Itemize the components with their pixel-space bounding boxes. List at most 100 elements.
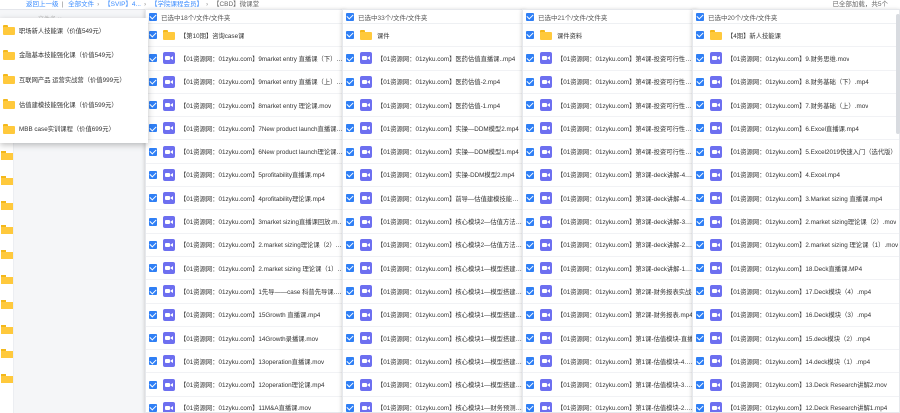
row-checkbox[interactable] bbox=[526, 31, 534, 40]
select-all-checkbox[interactable] bbox=[346, 12, 354, 21]
row-checkbox[interactable] bbox=[346, 77, 354, 86]
folder-row[interactable]: 【4期】新人技能课 bbox=[693, 24, 899, 48]
row-checkbox[interactable] bbox=[149, 403, 157, 412]
file-row[interactable]: 【01资源网：01zyku.com】4.Excel.mp4 bbox=[693, 164, 899, 188]
file-row[interactable]: 【01资源网：01zyku.com】核心模块1—模型搭建Exc bbox=[343, 350, 524, 374]
file-row[interactable]: 【01资源网：01zyku.com】9market entry 直播课（下）.m… bbox=[146, 47, 344, 71]
file-row[interactable]: 【01资源网：01zyku.com】18.Deck直播课.MP4 bbox=[693, 257, 899, 281]
folder-row[interactable]: 【第10期】咨询case课 bbox=[146, 24, 344, 48]
breadcrumb-member-link[interactable]: 【学院课程会员】 bbox=[151, 1, 203, 8]
row-checkbox[interactable] bbox=[346, 287, 354, 296]
file-row[interactable]: 【01资源网：01zyku.com】6.Excel直播课.mp4 bbox=[693, 117, 899, 141]
row-checkbox[interactable] bbox=[149, 101, 157, 110]
file-row[interactable]: 【01资源网：01zyku.com】第1课-估值模块-3.mp4 bbox=[523, 373, 696, 397]
row-checkbox[interactable] bbox=[696, 357, 704, 366]
row-checkbox[interactable] bbox=[526, 264, 534, 273]
file-row[interactable]: 【01资源网：01zyku.com】2.market sizing理论课（2）.… bbox=[146, 234, 344, 257]
row-checkbox[interactable] bbox=[346, 264, 354, 273]
breadcrumb-back-link[interactable]: 返回上一级 bbox=[26, 1, 59, 8]
row-checkbox[interactable] bbox=[526, 357, 534, 366]
file-row[interactable]: 【01资源网：01zyku.com】实操-DDM模型2.mp4 bbox=[343, 164, 524, 188]
row-checkbox[interactable] bbox=[526, 147, 534, 156]
row-checkbox[interactable] bbox=[526, 124, 534, 133]
row-checkbox[interactable] bbox=[149, 194, 157, 203]
row-checkbox[interactable] bbox=[526, 240, 534, 249]
file-row[interactable]: 【01资源网：01zyku.com】核心模块1—模型搭建Exc bbox=[343, 304, 524, 327]
file-row[interactable]: 【01资源网：01zyku.com】第3课-deck讲解-3.mp4 bbox=[523, 210, 696, 234]
file-row[interactable]: 【01资源网：01zyku.com】7New product launch直播课… bbox=[146, 117, 344, 141]
row-checkbox[interactable] bbox=[526, 334, 534, 342]
file-row[interactable]: 【01资源网：01zyku.com】第4课-投资可行性报告 bbox=[523, 140, 696, 164]
file-row[interactable]: 【01资源网：01zyku.com】第1课-估值模块-2.mp4 bbox=[523, 397, 696, 412]
row-checkbox[interactable] bbox=[696, 287, 704, 296]
file-row[interactable]: 【01资源网：01zyku.com】3market sizing直播课回放.mo… bbox=[146, 210, 344, 234]
file-row[interactable]: 【01资源网：01zyku.com】14.deck模块（1）.mp4 bbox=[693, 350, 899, 374]
file-row[interactable]: 【01资源网：01zyku.com】核心模块1—模型搭建Exc bbox=[343, 327, 524, 351]
file-row[interactable]: 【01资源网：01zyku.com】核心模块1—财务预测（2 bbox=[343, 397, 524, 412]
file-row[interactable]: 【01资源网：01zyku.com】第3课-deck讲解-1.mp4 bbox=[523, 257, 696, 281]
file-row[interactable]: 【01资源网：01zyku.com】9.财务思维.mov bbox=[693, 47, 899, 71]
file-row[interactable]: 【01资源网：01zyku.com】15Growth 直播课.mp4 bbox=[146, 304, 344, 327]
file-row[interactable]: 【01资源网：01zyku.com】4profitability理论课.mp4 bbox=[146, 187, 344, 211]
row-checkbox[interactable] bbox=[346, 54, 354, 63]
file-row[interactable]: 【01资源网：01zyku.com】2.market sizing 理论课（1）… bbox=[693, 234, 899, 257]
file-row[interactable]: 【01资源网：01zyku.com】13.Deck Research讲解2.mo… bbox=[693, 373, 899, 397]
row-checkbox[interactable] bbox=[346, 124, 354, 133]
select-all-checkbox[interactable] bbox=[149, 12, 157, 21]
row-checkbox[interactable] bbox=[346, 147, 354, 156]
file-row[interactable]: 【01资源网：01zyku.com】2.market sizing理论课（2）.… bbox=[693, 210, 899, 234]
menu-item-folder[interactable]: 互联网产品 运营实战营（价值999元） bbox=[0, 67, 148, 92]
row-checkbox[interactable] bbox=[149, 264, 157, 273]
breadcrumb-all-files-link[interactable]: 全部文件 bbox=[68, 1, 94, 8]
row-checkbox[interactable] bbox=[149, 310, 157, 319]
row-checkbox[interactable] bbox=[346, 310, 354, 319]
row-checkbox[interactable] bbox=[526, 380, 534, 389]
file-row[interactable]: 【01资源网：01zyku.com】前导—估值建模技能应用 bbox=[343, 187, 524, 211]
menu-item-folder[interactable]: 职场新人技能课（价值549元） bbox=[0, 18, 148, 43]
row-checkbox[interactable] bbox=[696, 170, 704, 179]
file-row[interactable]: 【01资源网：01zyku.com】11M&A直播课.mov bbox=[146, 397, 344, 412]
file-row[interactable]: 【01资源网：01zyku.com】12.Deck Research讲解1.mp… bbox=[693, 397, 899, 412]
file-row[interactable]: 【01资源网：01zyku.com】8.财务基础（下）.mp4 bbox=[693, 71, 899, 94]
menu-item-folder[interactable]: MBB case实训课程（价值699元） bbox=[0, 116, 148, 141]
row-checkbox[interactable] bbox=[149, 54, 157, 63]
row-checkbox[interactable] bbox=[149, 380, 157, 389]
row-checkbox[interactable] bbox=[696, 147, 704, 156]
row-checkbox[interactable] bbox=[346, 194, 354, 203]
file-row[interactable]: 【01资源网：01zyku.com】核心模块1—模型搭建Exc bbox=[343, 373, 524, 397]
file-row[interactable]: 【01资源网：01zyku.com】5.Excel2019快速入门（选代版） bbox=[693, 140, 899, 164]
file-row[interactable]: 【01资源网：01zyku.com】1先导——case 科普先导课.mov bbox=[146, 280, 344, 304]
file-row[interactable]: 【01资源网：01zyku.com】核心模块1—模型搭建Exc bbox=[343, 280, 524, 304]
file-row[interactable]: 【01资源网：01zyku.com】第1课-估值模块-直播 bbox=[523, 327, 696, 351]
row-checkbox[interactable] bbox=[526, 101, 534, 110]
row-checkbox[interactable] bbox=[696, 31, 704, 40]
file-row[interactable]: 【01资源网：01zyku.com】2.market sizing 理论课（1）… bbox=[146, 257, 344, 281]
row-checkbox[interactable] bbox=[526, 403, 534, 412]
file-row[interactable]: 【01资源网：01zyku.com】16.Deck模块（3）.mp4 bbox=[693, 304, 899, 327]
menu-item-folder[interactable]: 估值建模技能强化课（价值599元） bbox=[0, 92, 148, 117]
row-checkbox[interactable] bbox=[526, 217, 534, 226]
folder-row[interactable]: 课件 bbox=[343, 24, 524, 48]
file-row[interactable]: 【01资源网：01zyku.com】6New product launch理论课… bbox=[146, 140, 344, 164]
row-checkbox[interactable] bbox=[696, 380, 704, 389]
file-row[interactable]: 【01资源网：01zyku.com】第4课-投资可行性报告 bbox=[523, 71, 696, 94]
row-checkbox[interactable] bbox=[149, 170, 157, 179]
file-row[interactable]: 【01资源网：01zyku.com】5profitability直播课.mp4 bbox=[146, 164, 344, 188]
row-checkbox[interactable] bbox=[149, 334, 157, 342]
row-checkbox[interactable] bbox=[346, 240, 354, 249]
file-row[interactable]: 【01资源网：01zyku.com】医药估值-2.mp4 bbox=[343, 71, 524, 94]
row-checkbox[interactable] bbox=[346, 170, 354, 179]
file-row[interactable]: 【01资源网：01zyku.com】第3课-deck讲解-4.mp4 bbox=[523, 164, 696, 188]
row-checkbox[interactable] bbox=[526, 194, 534, 203]
file-row[interactable]: 【01资源网：01zyku.com】实操—DDM模型1.mp4 bbox=[343, 140, 524, 164]
file-row[interactable]: 【01资源网：01zyku.com】医药估值-1.mp4 bbox=[343, 94, 524, 118]
row-checkbox[interactable] bbox=[526, 310, 534, 319]
menu-item-folder[interactable]: 金融基本技能强化课（价值549元） bbox=[0, 43, 148, 68]
row-checkbox[interactable] bbox=[149, 240, 157, 249]
file-row[interactable]: 【01资源网：01zyku.com】第4课-投资可行性报告 bbox=[523, 117, 696, 141]
file-row[interactable]: 【01资源网：01zyku.com】第2课-财务报表实战- bbox=[523, 280, 696, 304]
file-row[interactable]: 【01资源网：01zyku.com】实操—DDM模型2.mp4 bbox=[343, 117, 524, 141]
row-checkbox[interactable] bbox=[149, 147, 157, 156]
file-row[interactable]: 【01资源网：01zyku.com】核心模块2—估值方法基础 bbox=[343, 210, 524, 234]
file-row[interactable]: 【01资源网：01zyku.com】3.Market sizing 直播课.mp… bbox=[693, 187, 899, 211]
